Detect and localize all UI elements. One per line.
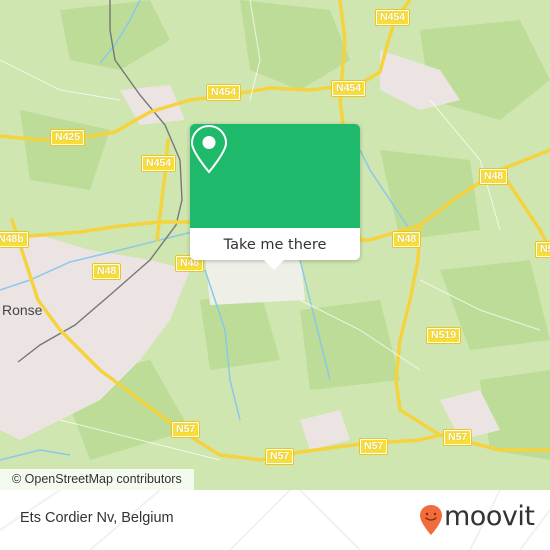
road-label-n519: N519 — [425, 327, 462, 344]
road-label-n454: N454 — [330, 80, 367, 97]
map-attribution[interactable]: © OpenStreetMap contributors — [0, 469, 194, 490]
moovit-pin-icon — [420, 505, 442, 535]
road-label-n425: N425 — [49, 129, 86, 146]
road-label-n48: N48 — [478, 168, 509, 185]
road-label-n454: N454 — [140, 155, 177, 172]
road-label-n57: N57 — [358, 438, 389, 455]
road-label-n57: N57 — [170, 421, 201, 438]
road-label-n57: N57 — [264, 448, 295, 465]
road-label-n5: N5 — [534, 241, 550, 258]
road-label-n48b: N48b — [0, 231, 29, 248]
take-me-there-button[interactable]: Take me there — [190, 228, 360, 260]
road-label-n48: N48 — [391, 231, 422, 248]
place-label-ronse: Ronse — [2, 302, 43, 318]
road-label-n454: N454 — [374, 9, 411, 26]
road-label-n48: N48 — [91, 263, 122, 280]
popup-header — [190, 124, 360, 228]
map[interactable]: N454 N454 N454 N425 N454 N48b N48 N48 N4… — [0, 0, 550, 490]
location-popup[interactable]: Take me there — [190, 124, 360, 270]
popup-pointer — [264, 260, 284, 270]
road-label-n454: N454 — [205, 84, 242, 101]
road-label-n57: N57 — [442, 429, 473, 446]
location-title: Ets Cordier Nv, Belgium — [20, 510, 174, 526]
map-pin-icon — [190, 124, 228, 174]
moovit-wordmark: moovit — [444, 501, 535, 532]
